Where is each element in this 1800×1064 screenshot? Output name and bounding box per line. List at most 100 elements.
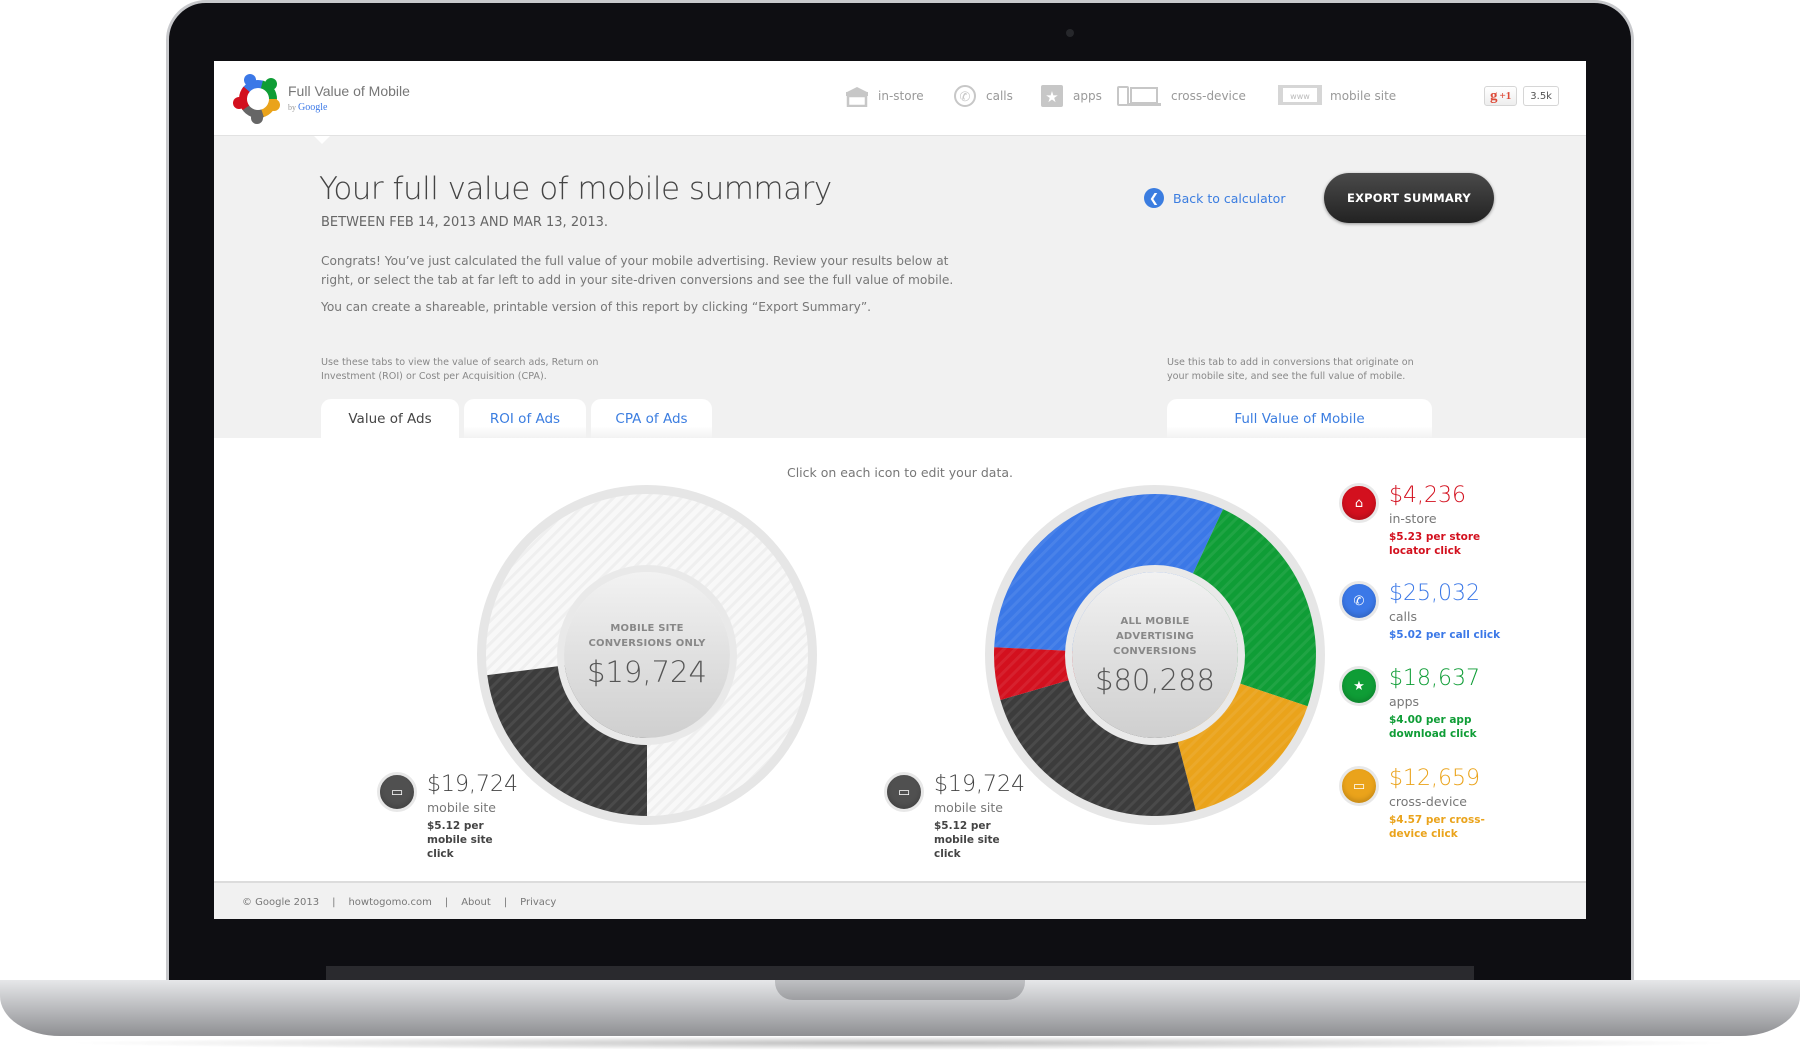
- legend-rate: $5.12 per mobile site click: [934, 820, 1000, 860]
- legend-text: $18,637 apps $4.00 per app download clic…: [1389, 666, 1489, 741]
- store-icon: [844, 85, 870, 107]
- nav-mobile-site[interactable]: www mobile site: [1278, 85, 1396, 107]
- phone-icon: ✆: [952, 85, 978, 107]
- nav-label: cross-device: [1171, 89, 1246, 103]
- laptop-notch: [775, 980, 1025, 1000]
- center-label: MOBILE SITE CONVERSIONS ONLY: [588, 623, 706, 649]
- laptop-shadow: [60, 1036, 1740, 1050]
- devices-icon: [1117, 85, 1163, 107]
- legend-name: mobile site: [934, 800, 1003, 815]
- footer: © Google 2013 | howtogomo.com | About | …: [242, 897, 556, 908]
- legend-value: $4,236: [1389, 483, 1466, 508]
- legend-mobile-site-right: ▭ $19,724 mobile site $5.12 per mobile s…: [884, 772, 1025, 861]
- tab-value-of-ads[interactable]: Value of Ads: [321, 399, 459, 438]
- app-logo[interactable]: [230, 71, 286, 127]
- www-icon[interactable]: ▭: [377, 772, 417, 812]
- results-panel: Click on each icon to edit your data. MO…: [214, 438, 1586, 883]
- legend-rate: $4.57 per cross-device click: [1389, 814, 1485, 840]
- legend-name: cross-device: [1389, 794, 1467, 809]
- svg-text:www: www: [1290, 92, 1310, 101]
- svg-text:✆: ✆: [960, 90, 971, 105]
- page-title: Your full value of mobile summary: [319, 171, 832, 207]
- byline-by: by: [288, 103, 296, 112]
- www-icon[interactable]: ▭: [884, 772, 924, 812]
- google-plus-label: +1: [1499, 90, 1512, 102]
- legend-text: $12,659 cross-device $4.57 per cross-dev…: [1389, 766, 1489, 841]
- phone-icon[interactable]: ✆: [1339, 581, 1379, 621]
- footer-privacy-link[interactable]: Privacy: [520, 897, 556, 908]
- nav-apps[interactable]: ★ apps: [1039, 85, 1102, 107]
- footer-about-link[interactable]: About: [461, 897, 491, 908]
- all-conversions-center: ALL MOBILE ADVERTISING CONVERSIONS $80,2…: [1072, 572, 1238, 738]
- app-title: Full Value of Mobile: [288, 83, 410, 99]
- footer-copyright: © Google 2013: [242, 897, 320, 908]
- legend-cross-device: ▭ $12,659 cross-device $4.57 per cross-d…: [1339, 766, 1489, 841]
- screen: Full Value of Mobile by Google in-store …: [214, 61, 1586, 919]
- mobile-site-center: MOBILE SITE CONVERSIONS ONLY $19,724: [564, 572, 730, 738]
- nav-in-store[interactable]: in-store: [844, 85, 924, 107]
- intro-paragraph: Congrats! You’ve just calculated the ful…: [321, 254, 954, 287]
- nav-label: in-store: [878, 89, 924, 103]
- legend-name: apps: [1389, 694, 1420, 709]
- camera: [1066, 29, 1074, 37]
- google-plus-button[interactable]: g +1: [1484, 86, 1518, 106]
- footer-site-link[interactable]: howtogomo.com: [348, 897, 431, 908]
- google-plus-icon: g: [1490, 87, 1498, 104]
- center-label: ALL MOBILE ADVERTISING CONVERSIONS: [1113, 615, 1197, 657]
- header: Full Value of Mobile by Google in-store …: [214, 61, 1586, 144]
- footer-separator: |: [444, 897, 449, 908]
- legend-mobile-site-left: ▭ $19,724 mobile site $5.12 per mobile s…: [377, 772, 518, 861]
- legend-value: $12,659: [1389, 766, 1480, 791]
- nav-label: mobile site: [1330, 89, 1397, 103]
- brand-byline: by Google: [288, 102, 327, 113]
- tab-cpa-of-ads[interactable]: CPA of Ads: [591, 399, 712, 438]
- legend-rate: $4.00 per app download click: [1389, 714, 1477, 740]
- legend-text: $19,724 mobile site $5.12 per mobile sit…: [427, 772, 518, 861]
- export-summary-button[interactable]: EXPORT SUMMARY: [1324, 173, 1494, 223]
- nav-label: calls: [986, 89, 1013, 103]
- legend-calls: ✆ $25,032 calls $5.02 per call click: [1339, 581, 1529, 642]
- legend-name: in-store: [1389, 511, 1437, 526]
- legend-rate: $5.23 per store locator click: [1389, 531, 1481, 557]
- legend-rate: $5.12 per mobile site click: [427, 820, 493, 860]
- www-icon: www: [1278, 85, 1322, 107]
- center-value: $80,288: [1095, 662, 1215, 697]
- back-to-calculator-link[interactable]: ❮ Back to calculator: [1144, 188, 1285, 208]
- footer-separator: |: [503, 897, 508, 908]
- date-range: BETWEEN FEB 14, 2013 AND MAR 13, 2013.: [321, 215, 609, 230]
- legend-apps: ★ $18,637 apps $4.00 per app download cl…: [1339, 666, 1489, 741]
- legend-text: $19,724 mobile site $5.12 per mobile sit…: [934, 772, 1025, 861]
- nav-cross-device[interactable]: cross-device: [1117, 85, 1246, 107]
- google-wordmark: Google: [298, 102, 328, 113]
- star-icon[interactable]: ★: [1339, 666, 1379, 706]
- nav-calls[interactable]: ✆ calls: [952, 85, 1013, 107]
- click-hint: Click on each icon to edit your data.: [786, 465, 1013, 480]
- tab-full-value-of-mobile[interactable]: Full Value of Mobile: [1167, 399, 1432, 438]
- legend-text: $4,236 in-store $5.23 per store locator …: [1389, 483, 1499, 558]
- legend-name: mobile site: [427, 800, 496, 815]
- store-icon[interactable]: ⌂: [1339, 483, 1379, 523]
- devices-icon[interactable]: ▭: [1339, 766, 1379, 806]
- export-paragraph: You can create a shareable, printable ve…: [321, 300, 872, 314]
- legend-value: $18,637: [1389, 666, 1480, 691]
- chevron-left-icon: ❮: [1144, 188, 1164, 208]
- star-icon: ★: [1039, 85, 1065, 107]
- legend-value: $19,724: [427, 772, 518, 797]
- legend-value: $25,032: [1389, 581, 1480, 606]
- legend-text: $25,032 calls $5.02 per call click: [1389, 581, 1529, 642]
- laptop-hinge: [326, 966, 1474, 980]
- tabs-hint: Use these tabs to view the value of sear…: [321, 357, 599, 382]
- legend-name: calls: [1389, 609, 1417, 624]
- full-value-hint: Use this tab to add in conversions that …: [1167, 357, 1414, 382]
- google-plus-count: 3.5k: [1523, 86, 1559, 106]
- tab-roi-of-ads[interactable]: ROI of Ads: [464, 399, 586, 438]
- center-value: $19,724: [587, 655, 707, 689]
- google-plus-widget: g +1 3.5k: [1484, 86, 1559, 106]
- legend-in-store: ⌂ $4,236 in-store $5.23 per store locato…: [1339, 483, 1499, 558]
- svg-text:★: ★: [1045, 88, 1058, 106]
- header-pointer: [314, 136, 330, 144]
- legend-rate: $5.02 per call click: [1389, 629, 1501, 641]
- back-link-label: Back to calculator: [1173, 190, 1286, 206]
- footer-separator: |: [332, 897, 336, 908]
- nav-label: apps: [1073, 89, 1102, 103]
